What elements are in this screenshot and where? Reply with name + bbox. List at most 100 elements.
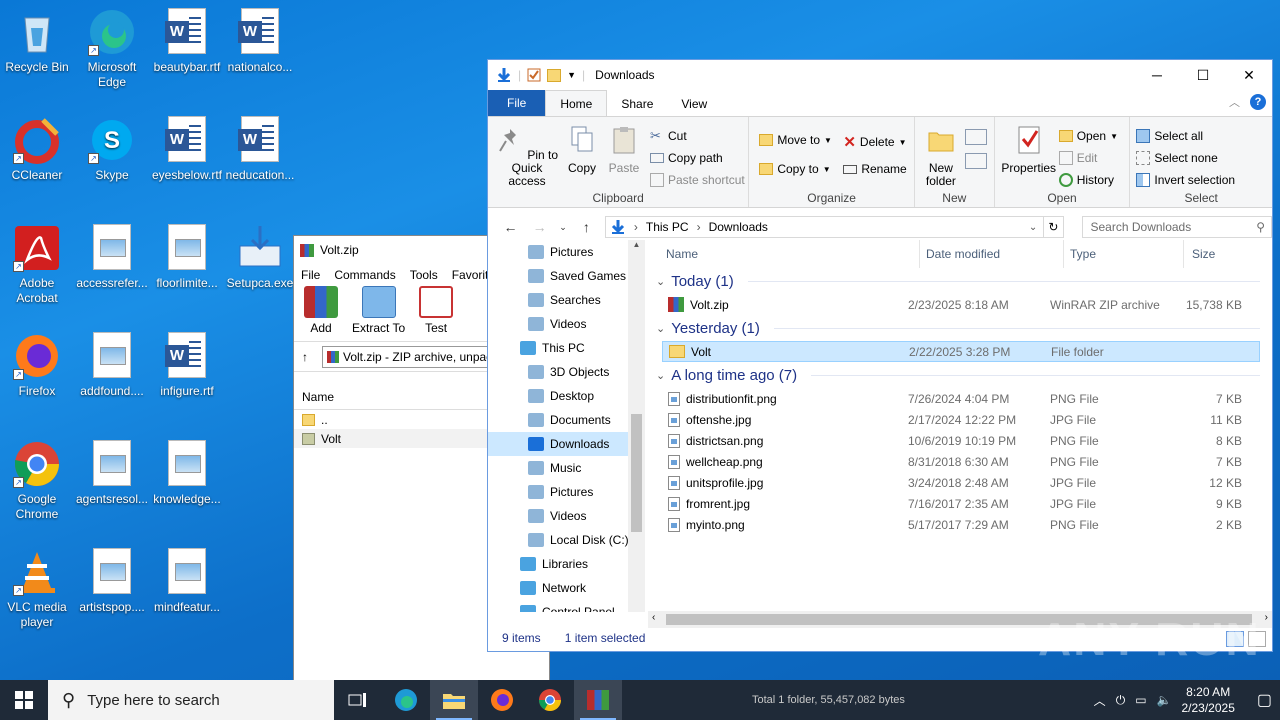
scroll-right-icon[interactable]: › [1265,612,1268,623]
nav-item-libraries[interactable]: Libraries [488,552,645,576]
maximize-button[interactable]: ☐ [1180,60,1226,90]
nav-item-pictures[interactable]: Pictures [488,240,645,264]
winrar-menu-file[interactable]: File [301,268,320,282]
nav-item-videos[interactable]: Videos [488,504,645,528]
desktop-icon-ccleaner[interactable]: ↗ CCleaner [0,116,75,183]
new-folder-button[interactable]: New folder [919,125,963,188]
desktop-icon-addfound[interactable]: addfound.... [74,332,150,399]
file-group-header[interactable]: ⌄ Today (1) [648,268,1272,294]
paste-shortcut-button[interactable]: Paste shortcut [650,173,745,187]
taskbar-chrome[interactable] [526,680,574,720]
collapse-ribbon-icon[interactable]: ︿ [1229,94,1240,110]
desktop-icon-accessrefer[interactable]: accessrefer... [74,224,150,291]
nav-item-local-disk-c[interactable]: Local Disk (C:) [488,528,645,552]
select-all-button[interactable]: Select all [1136,129,1203,143]
desktop-icon-floorlimite[interactable]: floorlimite... [149,224,225,291]
up-arrow-icon[interactable]: ↑ [302,350,308,364]
notifications-icon[interactable]: ▢ [1257,690,1272,710]
nav-item-3d-objects[interactable]: 3D Objects [488,360,645,384]
desktop-icon-chrome[interactable]: ↗ Google Chrome [0,440,75,522]
desktop-icon-infigure[interactable]: W infigure.rtf [149,332,225,399]
file-row[interactable]: myinto.png 5/17/2017 7:29 AM PNG File 2 KB [648,514,1272,535]
recent-locations-icon[interactable]: ⌄ [558,222,568,233]
up-arrow-icon[interactable]: ↑ [576,219,597,235]
address-dropdown-icon[interactable]: ⌄ [1029,222,1037,233]
winrar-menu-commands[interactable]: Commands [334,268,395,282]
qat-dropdown-icon[interactable]: ▼ [567,70,576,80]
delete-button[interactable]: ✕ Delete ▼ [843,133,906,151]
column-size[interactable]: Size [1184,240,1254,268]
desktop-icon-artistspop[interactable]: artistspop.... [74,548,150,615]
clock[interactable]: 8:20 AM 2/23/2025 [1181,684,1234,716]
column-name[interactable]: Name [648,240,920,268]
file-row[interactable]: Volt 2/22/2025 3:28 PM File folder [662,341,1260,362]
cut-button[interactable]: ✂ Cut [650,129,687,144]
desktop-icon-edge[interactable]: ↗ Microsoft Edge [74,8,150,90]
paste-button[interactable]: Paste [604,125,644,175]
nav-scrollbar[interactable]: ▲ [628,240,645,612]
tab-share[interactable]: Share [607,92,667,116]
nav-item-videos[interactable]: Videos [488,312,645,336]
tab-view[interactable]: View [667,92,721,116]
invert-selection-button[interactable]: Invert selection [1136,173,1235,187]
desktop-icon-recycle-bin[interactable]: Recycle Bin [0,8,75,75]
winrar-menu-tools[interactable]: Tools [410,268,438,282]
tray-device-icon[interactable]: ⏻ [1116,693,1126,708]
copy-button[interactable]: Copy [562,125,602,175]
taskbar-edge[interactable] [382,680,430,720]
desktop-icon-nationalco[interactable]: W nationalco... [222,8,298,75]
file-row[interactable]: Volt.zip 2/23/2025 8:18 AM WinRAR ZIP arch… [648,294,1272,315]
breadcrumb-downloads[interactable]: Downloads [709,220,768,234]
select-none-button[interactable]: Select none [1136,151,1218,165]
tab-home[interactable]: Home [545,90,608,116]
file-group-header[interactable]: ⌄ Yesterday (1) [648,315,1272,341]
desktop-icon-vlc[interactable]: ↗ VLC media player [0,548,75,630]
properties-check-icon[interactable] [527,68,541,82]
nav-item-downloads[interactable]: Downloads [488,432,645,456]
explorer-window[interactable]: | ▼ | Downloads ─ ☐ ✕ File Home Share Vi… [487,59,1273,652]
file-row[interactable]: districtsan.png 10/6/2019 10:19 PM PNG Fil… [648,430,1272,451]
taskbar-search-box[interactable]: ⚲ Type here to search [48,680,334,720]
file-group-header[interactable]: ⌄ A long time ago (7) [648,362,1272,388]
close-button[interactable]: ✕ [1226,60,1272,90]
column-date-modified[interactable]: Date modified [920,240,1064,268]
open-button[interactable]: Open ▼ [1058,129,1118,143]
taskbar-firefox[interactable] [478,680,526,720]
new-folder-icon[interactable] [547,68,562,82]
file-row[interactable]: oftenshe.jpg 2/17/2024 12:22 PM JPG File 11… [648,409,1272,430]
winrar-extract-button[interactable]: Extract To [352,286,405,335]
nav-item-music[interactable]: Music [488,456,645,480]
task-view-button[interactable] [334,680,382,720]
new-item-icon[interactable] [964,129,987,145]
rename-button[interactable]: Rename [843,162,907,176]
desktop-icon-setupca[interactable]: Setupca.exe [222,224,298,291]
edit-button[interactable]: Edit [1058,151,1097,165]
file-row[interactable]: fromrent.jpg 7/16/2017 2:35 AM JPG File 9 K… [648,493,1272,514]
nav-item-pictures[interactable]: Pictures [488,480,645,504]
move-to-button[interactable]: Move to ▼ [759,133,832,147]
start-button[interactable] [0,680,48,720]
desktop-icon-skype[interactable]: S ↗ Skype [74,116,150,183]
column-type[interactable]: Type [1064,240,1184,268]
desktop-icon-acrobat[interactable]: ↗ Adobe Acrobat [0,224,75,306]
back-arrow-icon[interactable]: ← [500,219,521,235]
nav-item-searches[interactable]: Searches [488,288,645,312]
explorer-titlebar[interactable]: | ▼ | Downloads ─ ☐ ✕ [488,60,1272,90]
file-row[interactable]: unitsprofile.jpg 3/24/2018 2:48 AM JPG Fil… [648,472,1272,493]
search-input[interactable]: Search Downloads ⚲ [1081,216,1273,238]
help-icon[interactable]: ? [1250,94,1266,110]
file-row[interactable]: distributionfit.png 7/26/2024 4:04 PM PNG … [648,388,1272,409]
taskbar-file-explorer[interactable] [430,680,478,720]
easy-access-icon[interactable] [964,153,987,169]
desktop-icon-neducation[interactable]: W neducation... [222,116,298,183]
nav-item-documents[interactable]: Documents [488,408,645,432]
tab-file[interactable]: File [488,90,546,116]
breadcrumb-this-pc[interactable]: This PC [646,220,689,234]
properties-button[interactable]: Properties [1001,125,1057,175]
address-bar[interactable]: › This PC › Downloads ⌄ [604,216,1045,238]
nav-item-desktop[interactable]: Desktop [488,384,645,408]
desktop-icon-mindfeatur[interactable]: mindfeatur... [149,548,225,615]
winrar-test-button[interactable]: Test [419,286,454,335]
desktop-icon-knowledge[interactable]: knowledge... [149,440,225,507]
history-button[interactable]: History [1058,173,1114,187]
